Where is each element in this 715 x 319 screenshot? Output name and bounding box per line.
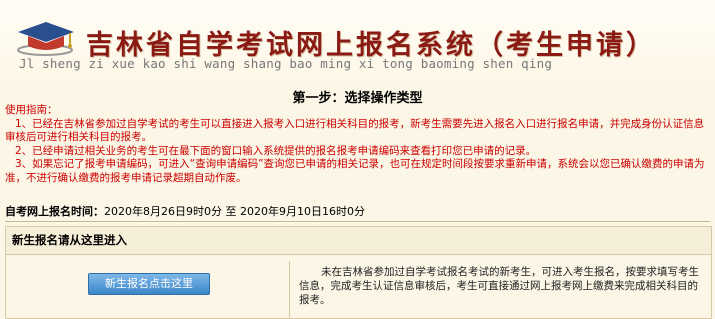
header-banner: 吉林省自学考试网上报名系统（考生申请） Jl sheng zi xue kao …	[0, 0, 715, 82]
registration-time-label: 自考网上报名时间：	[5, 205, 104, 218]
registration-time: 自考网上报名时间：2020年8月26日9时0分 至 2020年9月10日16时0…	[5, 203, 365, 219]
new-student-register-button[interactable]: 新生报名点击这里	[88, 273, 210, 295]
button-cell: 新生报名点击这里	[6, 261, 290, 318]
registration-time-value: 2020年8月26日9时0分 至 2020年9月10日16时0分	[104, 205, 365, 218]
guide-heading: 使用指南：	[5, 104, 58, 116]
guide-item-3: 3、如果忘记了报考申请编码，可进入“查询申请编码”查询您已申请的相关记录，也可在…	[5, 158, 705, 184]
guide-item-2: 2、已经申请过相关业务的考生可在最下面的窗口输入系统提供的报名报考申请编码来查看…	[15, 144, 537, 157]
divider	[5, 221, 710, 222]
guide-item-1: 1、已经在吉林省参加过自学考试的考生可以直接进入报考入口进行相关科目的报考，新考…	[5, 117, 705, 144]
usage-guide: 使用指南： 1、已经在吉林省参加过自学考试的考生可以直接进入报考入口进行相关科目…	[5, 104, 710, 185]
system-title-pinyin: Jl sheng zi xue kao shi wang shang bao m…	[19, 56, 553, 71]
new-student-section-title: 新生报名请从这里进入	[6, 227, 711, 255]
new-student-row: 新生报名点击这里 未在吉林省参加过自学考试报名考试的新考生，可进入考生报名，按要…	[6, 261, 711, 318]
new-student-section: 新生报名请从这里进入 新生报名点击这里 未在吉林省参加过自学考试报名考试的新考生…	[5, 226, 712, 319]
new-student-description: 未在吉林省参加过自学考试报名考试的新考生，可进入考生报名，按要求填写考生信息，完…	[299, 266, 699, 306]
graduation-cap-logo-icon	[17, 22, 74, 56]
